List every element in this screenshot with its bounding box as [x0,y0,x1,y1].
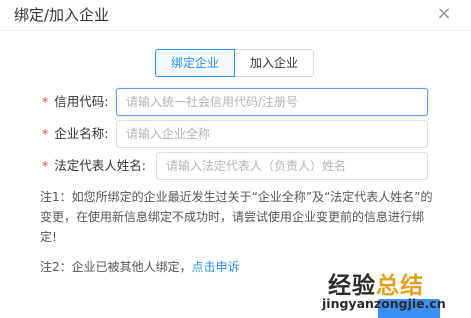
required-mark: * [42,94,49,109]
watermark-url: jingyanzongjie.cn [322,296,446,311]
tab-join-company[interactable]: 加入企业 [235,49,314,77]
company-name-label-text: 企业名称: [54,126,109,141]
credit-code-label-text: 信用代码: [54,94,109,109]
credit-code-label: * 信用代码: [42,88,108,116]
tab-group: 绑定企业 加入企业 [155,49,314,77]
close-icon[interactable]: × [432,2,456,26]
company-name-input[interactable] [116,120,428,148]
watermark-title: 经验总结 [328,266,424,300]
required-mark: * [42,126,49,141]
credit-code-row: * 信用代码: [0,88,471,116]
header-divider [0,30,471,31]
watermark-logo: 经验总结 jingyanzongjie.cn [322,266,462,314]
company-name-label: * 企业名称: [42,120,108,148]
legal-rep-label: * 法定代表人姓名: [42,152,146,180]
legal-rep-input[interactable] [156,152,428,180]
credit-code-input[interactable] [116,88,428,116]
note-2-text: 注2：企业已被其他人绑定， [40,260,192,274]
dialog-title: 绑定/加入企业 [14,6,110,24]
bind-join-company-dialog: 绑定/加入企业 × 绑定企业 加入企业 * 信用代码: * 企业名称: * 法定代表人… [0,0,471,318]
legal-rep-row: * 法定代表人姓名: [0,152,471,180]
note-1: 注1：如您所绑定的企业最近发生过关于“企业全称”及“法定代表人姓名”的变更，在使… [40,190,433,244]
tab-bind-company[interactable]: 绑定企业 [155,49,235,77]
company-name-row: * 企业名称: [0,120,471,148]
required-mark: * [42,158,49,173]
appeal-link[interactable]: 点击申诉 [192,260,240,274]
legal-rep-label-text: 法定代表人姓名: [54,158,146,173]
